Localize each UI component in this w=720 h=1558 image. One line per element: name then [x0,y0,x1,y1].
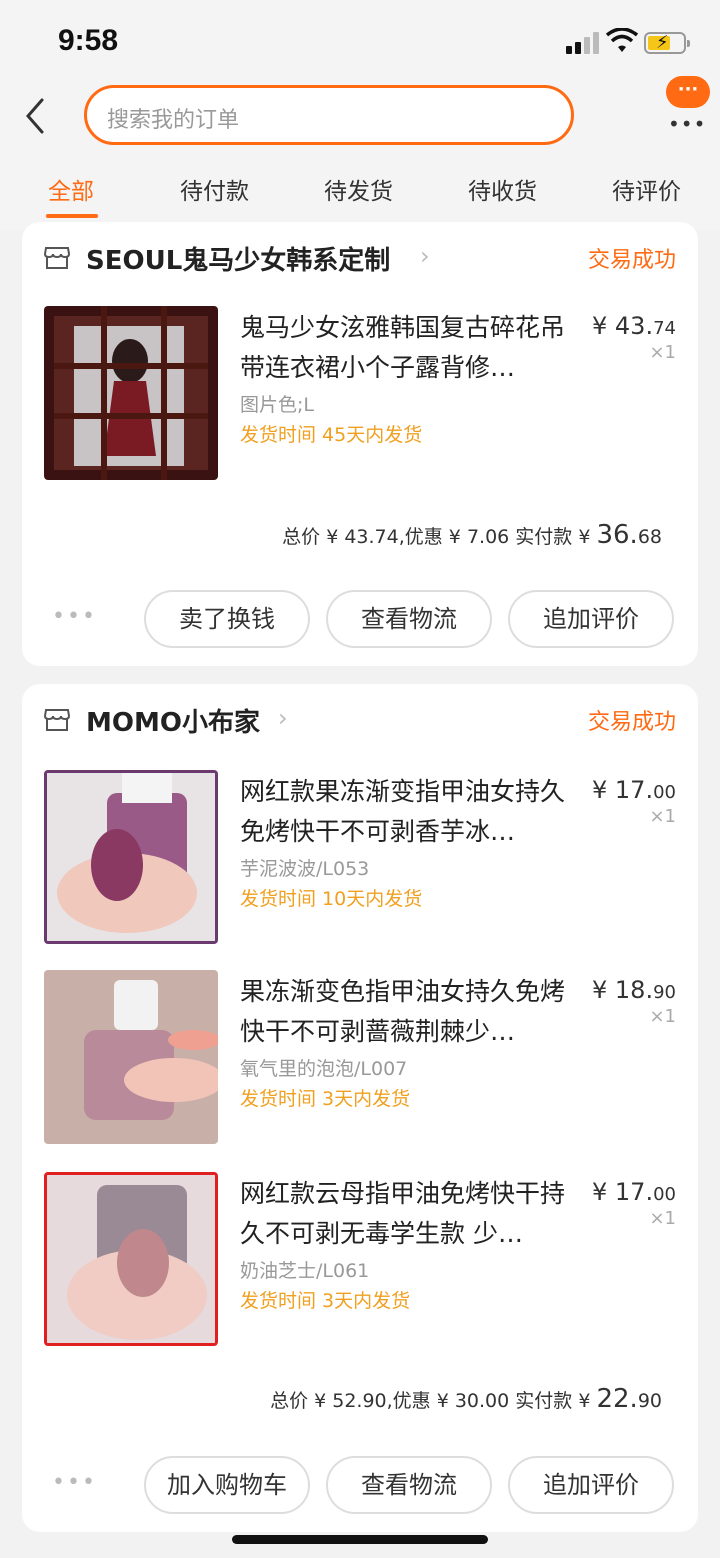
product-sku: 氧气里的泡泡/L007 [240,1058,408,1080]
active-tab-indicator [46,214,98,218]
shop-header[interactable]: MOMO小布家 › 交易成功 [22,684,698,754]
order-card: SEOUL鬼马少女韩系定制 › 交易成功 鬼马少女泫雅韩国复古碎花吊带连衣裙小个… [22,222,698,666]
status-bar: 9:58 ⚡ [0,0,720,80]
shipping-time: 发货时间 3天内发货 [240,1088,411,1110]
product-price: ¥ 18.90 [592,976,676,1004]
signal-icon [566,32,602,54]
product-sku: 奶油芝士/L061 [240,1260,370,1282]
battery-icon: ⚡ [644,32,690,54]
product-sku: 图片色;L [240,394,314,416]
product-thumbnail [44,770,218,944]
tab-all[interactable]: 全部 [48,172,94,206]
product-title: 鬼马少女泫雅韩国复古碎花吊带连衣裙小个子露背修… [240,313,566,382]
more-actions-icon[interactable]: ••• [52,1470,97,1495]
shipping-time: 发货时间 45天内发货 [240,424,423,446]
back-chevron-icon[interactable] [20,96,54,136]
order-search-input[interactable]: 搜索我的订单 [84,85,574,145]
wifi-icon [606,28,638,52]
chevron-right-icon: › [420,242,430,270]
order-total: 总价 ¥ 43.74,优惠 ¥ 7.06 实付款 ¥ 36.68 [282,520,662,550]
product-title: 网红款云母指甲油免烤快干持久不可剥无毒学生款 少… [240,1179,566,1248]
order-actions: ••• 加入购物车 查看物流 追加评价 [22,1456,698,1516]
order-card: MOMO小布家 › 交易成功 网红款果冻渐变指甲油女持久免烤快干不可剥香芋冰… … [22,684,698,1532]
view-logistics-button[interactable]: 查看物流 [326,590,492,648]
product-thumbnail [44,306,218,480]
tab-pending-payment[interactable]: 待付款 [180,172,249,206]
product-quantity: ×1 [649,1006,676,1027]
product-sku: 芋泥波波/L053 [240,858,370,880]
order-status: 交易成功 [587,710,676,735]
shipping-time: 发货时间 10天内发货 [240,888,423,910]
product-title: 果冻渐变色指甲油女持久免烤快干不可剥蔷薇荆棘少… [240,977,566,1046]
tab-pending-receipt[interactable]: 待收货 [468,172,537,206]
order-tabs: 全部 待付款 待发货 待收货 待评价 [0,160,720,220]
product-price: ¥ 43.74 [592,312,676,340]
order-item[interactable]: 网红款果冻渐变指甲油女持久免烤快干不可剥香芋冰… 芋泥波波/L053 发货时间 … [22,770,698,950]
shop-header[interactable]: SEOUL鬼马少女韩系定制 › 交易成功 [22,222,698,292]
order-status: 交易成功 [587,248,676,273]
home-indicator[interactable] [232,1535,488,1544]
shop-icon [44,247,70,269]
view-logistics-button[interactable]: 查看物流 [326,1456,492,1514]
chevron-right-icon: › [278,704,288,732]
shop-name: SEOUL鬼马少女韩系定制 [86,246,391,276]
product-thumbnail [44,970,218,1144]
shop-icon [44,709,70,731]
product-quantity: ×1 [649,1208,676,1229]
product-thumbnail [44,1172,218,1346]
product-title: 网红款果冻渐变指甲油女持久免烤快干不可剥香芋冰… [240,777,566,846]
product-price: ¥ 17.00 [592,776,676,804]
message-icon[interactable]: ··· [666,76,710,108]
add-review-button[interactable]: 追加评价 [508,590,674,648]
add-to-cart-button[interactable]: 加入购物车 [144,1456,310,1514]
order-actions: ••• 卖了换钱 查看物流 追加评价 [22,590,698,650]
resell-button[interactable]: 卖了换钱 [144,590,310,648]
order-item[interactable]: 果冻渐变色指甲油女持久免烤快干不可剥蔷薇荆棘少… 氧气里的泡泡/L007 发货时… [22,970,698,1150]
tab-pending-review[interactable]: 待评价 [612,172,681,206]
product-price: ¥ 17.00 [592,1178,676,1206]
more-options-icon[interactable]: ••• [668,112,706,136]
add-review-button[interactable]: 追加评价 [508,1456,674,1514]
tab-pending-shipment[interactable]: 待发货 [324,172,393,206]
more-actions-icon[interactable]: ••• [52,604,97,629]
product-quantity: ×1 [649,342,676,363]
order-item[interactable]: 网红款云母指甲油免烤快干持久不可剥无毒学生款 少… 奶油芝士/L061 发货时间… [22,1172,698,1352]
order-total: 总价 ¥ 52.90,优惠 ¥ 30.00 实付款 ¥ 22.90 [270,1384,662,1414]
order-item[interactable]: 鬼马少女泫雅韩国复古碎花吊带连衣裙小个子露背修… 图片色;L 发货时间 45天内… [22,306,698,486]
status-time: 9:58 [58,24,119,57]
shop-name: MOMO小布家 [86,708,260,738]
product-quantity: ×1 [649,806,676,827]
search-placeholder: 搜索我的订单 [107,108,240,133]
shipping-time: 发货时间 3天内发货 [240,1290,411,1312]
